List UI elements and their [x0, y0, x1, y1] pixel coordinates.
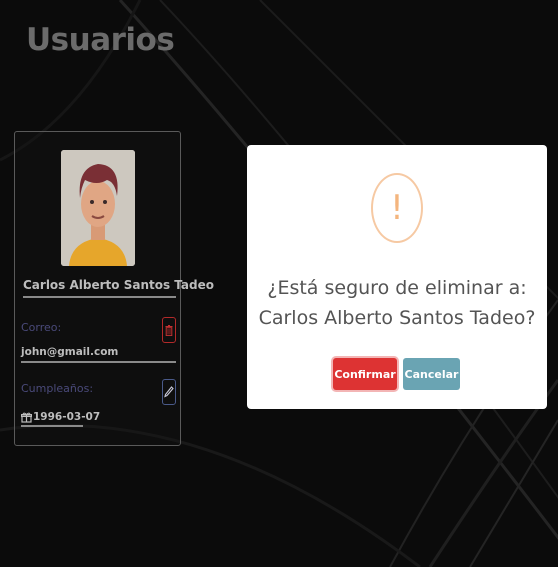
dialog-message-line1: ¿Está seguro de eliminar a: [267, 277, 527, 299]
confirm-delete-dialog: ! ¿Está seguro de eliminar a: Carlos Alb… [247, 145, 547, 409]
birthday-value: 1996-03-07 [21, 411, 100, 423]
user-name: Carlos Alberto Santos Tadeo [23, 278, 214, 292]
dialog-message: ¿Está seguro de eliminar a: Carlos Alber… [247, 273, 547, 333]
edit-user-button[interactable] [162, 379, 176, 405]
cancel-button[interactable]: Cancelar [403, 358, 460, 390]
user-card: Carlos Alberto Santos Tadeo Correo: john… [14, 131, 214, 446]
birthday-date: 1996-03-07 [33, 411, 101, 423]
birthday-label: Cumpleaños: [21, 382, 94, 395]
exclamation-glyph: ! [390, 188, 404, 228]
email-label: Correo: [21, 321, 62, 334]
exclamation-icon: ! [371, 173, 423, 243]
page-title: Usuarios [26, 22, 175, 58]
name-underline [23, 296, 176, 298]
gift-icon [21, 412, 32, 423]
avatar [61, 150, 135, 266]
delete-user-button[interactable] [162, 317, 176, 343]
email-value: john@gmail.com [21, 346, 119, 358]
confirm-button[interactable]: Confirmar [333, 358, 397, 390]
email-underline [21, 361, 176, 363]
trash-icon [165, 324, 173, 336]
dialog-message-line2: Carlos Alberto Santos Tadeo? [258, 307, 536, 329]
birthday-underline [21, 425, 83, 427]
pencil-icon [164, 386, 174, 398]
